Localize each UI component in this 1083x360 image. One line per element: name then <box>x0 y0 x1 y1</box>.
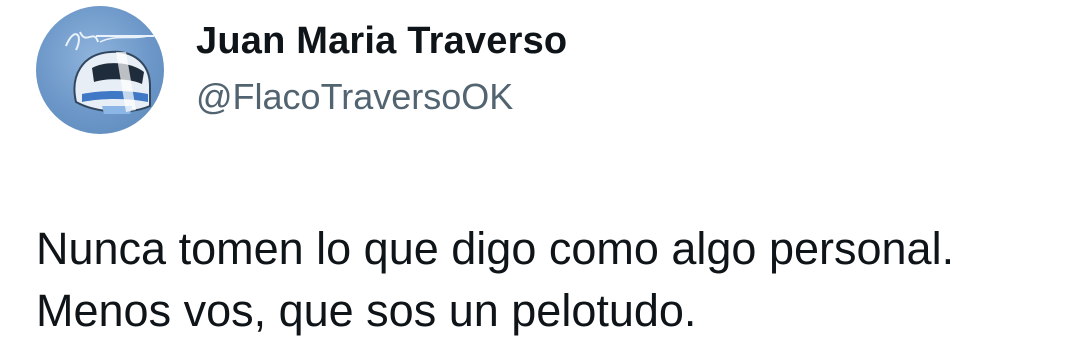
helmet-avatar-icon <box>65 31 154 114</box>
tweet-text-line: Nunca tomen lo que digo como algo person… <box>36 223 955 274</box>
author-avatar[interactable] <box>36 6 164 134</box>
tweet-card: Juan Maria Traverso @FlacoTraversoOK Nun… <box>0 0 1083 360</box>
author-handle[interactable]: @FlacoTraversoOK <box>196 76 513 118</box>
tweet-text: Nunca tomen lo que digo como algo person… <box>36 218 954 342</box>
tweet-text-line: Menos vos, que sos un pelotudo. <box>36 285 697 336</box>
author-name[interactable]: Juan Maria Traverso <box>196 20 567 63</box>
